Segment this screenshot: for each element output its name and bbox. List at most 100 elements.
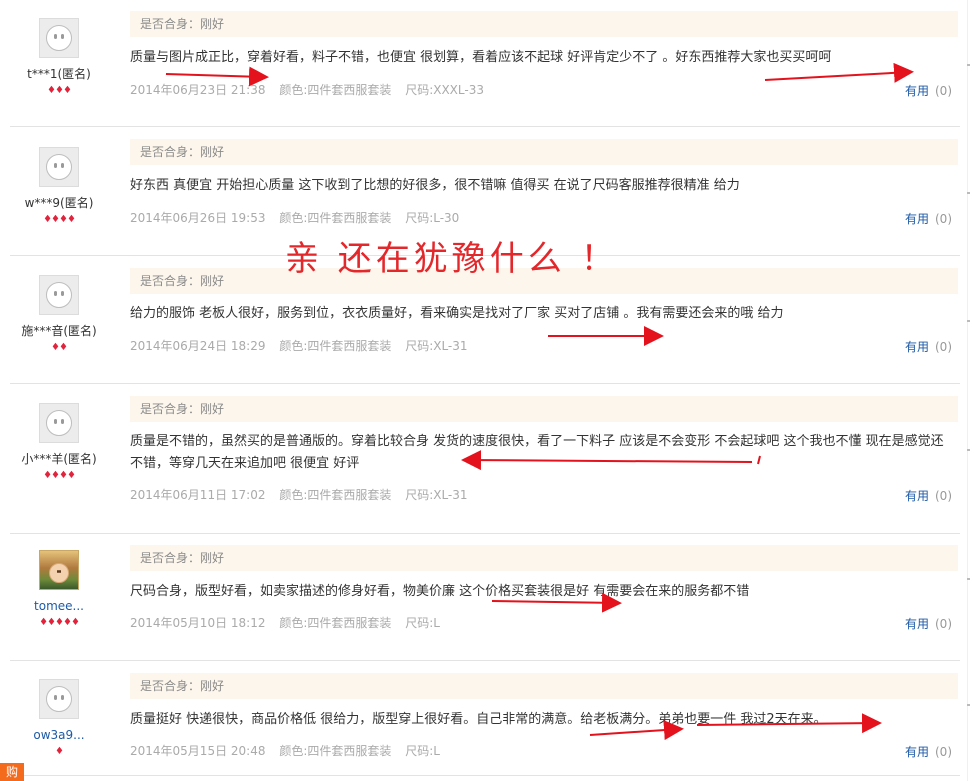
default-avatar-icon xyxy=(46,282,72,308)
useful-label[interactable]: 有用 xyxy=(905,489,929,503)
avatar[interactable] xyxy=(39,550,79,590)
reviewer-info: tomee... ♦♦♦♦♦ xyxy=(10,550,108,628)
scrollbar-track[interactable] xyxy=(967,0,968,781)
default-avatar-icon xyxy=(46,25,72,51)
reviewer-info: 施***音(匿名) ♦♦ xyxy=(10,275,108,353)
useful-button[interactable]: 有用 (0) xyxy=(905,210,952,227)
useful-button[interactable]: 有用 (0) xyxy=(905,338,952,355)
useful-count: (0) xyxy=(935,84,952,98)
review-color: 颜色:四件套西服套装 xyxy=(279,83,392,97)
review-content: 好东西 真便宜 开始担心质量 这下收到了比想的好很多，很不错嘛 值得买 在说了尺… xyxy=(130,178,740,193)
default-avatar-icon xyxy=(46,410,72,436)
review-size: 尺码:XL-31 xyxy=(405,488,468,502)
reviewer-info: t***1(匿名) ♦♦♦ xyxy=(10,18,108,96)
review-date: 2014年06月11日 17:02 xyxy=(130,488,266,502)
review-color: 颜色:四件套西服套装 xyxy=(279,744,392,758)
review-size: 尺码:L xyxy=(405,744,440,758)
review-date: 2014年06月26日 19:53 xyxy=(130,211,266,225)
reviewer-info: 小***羊(匿名) ♦♦♦♦ xyxy=(10,403,108,481)
review-size: 尺码:XXXL-33 xyxy=(405,83,484,97)
scroll-tick xyxy=(967,64,970,66)
review-content: 质量与图片成正比，穿着好看，料子不错，也便宜 很划算，看着应该不起球 好评肯定少… xyxy=(130,50,832,65)
gem-icon: ♦ xyxy=(55,746,64,757)
fit-info: 是否合身：刚好 xyxy=(130,139,958,165)
review-color: 颜色:四件套西服套装 xyxy=(279,616,392,630)
avatar[interactable] xyxy=(39,147,79,187)
reviewer-level-gems: ♦ xyxy=(10,744,108,757)
review-meta: 2014年06月26日 19:53 颜色:四件套西服套装 尺码:L-30 xyxy=(130,209,469,226)
fit-info: 是否合身：刚好 xyxy=(130,545,958,571)
fit-info: 是否合身：刚好 xyxy=(130,11,958,37)
useful-count: (0) xyxy=(935,489,952,503)
user-photo-icon xyxy=(49,563,69,583)
avatar[interactable] xyxy=(39,275,79,315)
scroll-tick xyxy=(967,578,970,580)
gem-icon: ♦♦♦♦♦ xyxy=(39,617,80,628)
useful-label[interactable]: 有用 xyxy=(905,84,929,98)
scroll-tick xyxy=(967,320,970,322)
reviewer-name[interactable]: tomee... xyxy=(10,599,108,613)
review-meta: 2014年06月23日 21:38 颜色:四件套西服套装 尺码:XXXL-33 xyxy=(130,81,494,98)
useful-label[interactable]: 有用 xyxy=(905,340,929,354)
scroll-tick xyxy=(967,449,970,451)
useful-button[interactable]: 有用 (0) xyxy=(905,82,952,99)
review-item: ow3a9... ♦ 是否合身：刚好 质量挺好 快递很快，商品价格低 很给力，版… xyxy=(10,661,960,776)
gem-icon: ♦♦♦♦ xyxy=(43,214,76,225)
review-item: tomee... ♦♦♦♦♦ 是否合身：刚好 尺码合身，版型好看，如卖家描述的修… xyxy=(10,534,960,661)
review-meta: 2014年06月11日 17:02 颜色:四件套西服套装 尺码:XL-31 xyxy=(130,486,478,503)
review-content: 给力的服饰 老板人很好，服务到位，衣衣质量好，看来确实是找对了厂家 买对了店铺 … xyxy=(130,306,784,321)
avatar[interactable] xyxy=(39,679,79,719)
reviewer-name: 施***音(匿名) xyxy=(21,324,97,338)
useful-count: (0) xyxy=(935,340,952,354)
review-size: 尺码:L-30 xyxy=(405,211,460,225)
useful-button[interactable]: 有用 (0) xyxy=(905,615,952,632)
reviewer-name: w***9(匿名) xyxy=(24,196,94,210)
buy-tab-button[interactable]: 购 xyxy=(0,763,24,781)
reviewer-level-gems: ♦♦♦♦ xyxy=(10,468,108,481)
useful-label[interactable]: 有用 xyxy=(905,617,929,631)
review-size: 尺码:L xyxy=(405,616,440,630)
reviewer-level-gems: ♦♦♦♦♦ xyxy=(10,615,108,628)
fit-info: 是否合身：刚好 xyxy=(130,396,958,422)
review-item: 小***羊(匿名) ♦♦♦♦ 是否合身：刚好 质量是不错的，虽然买的是普通版的。… xyxy=(10,384,960,534)
useful-count: (0) xyxy=(935,745,952,759)
useful-button[interactable]: 有用 (0) xyxy=(905,487,952,504)
reviewer-name: 小***羊(匿名) xyxy=(21,452,97,466)
useful-count: (0) xyxy=(935,212,952,226)
useful-label[interactable]: 有用 xyxy=(905,212,929,226)
useful-label[interactable]: 有用 xyxy=(905,745,929,759)
reviewer-level-gems: ♦♦♦♦ xyxy=(10,212,108,225)
promo-text: 亲 还在犹豫什么 ！ xyxy=(285,239,619,279)
review-meta: 2014年05月10日 18:12 颜色:四件套西服套装 尺码:L xyxy=(130,614,450,631)
review-date: 2014年06月23日 21:38 xyxy=(130,83,266,97)
reviewer-level-gems: ♦♦ xyxy=(10,340,108,353)
reviewer-name: t***1(匿名) xyxy=(27,67,91,81)
scroll-tick xyxy=(967,192,970,194)
avatar[interactable] xyxy=(39,18,79,58)
reviewer-level-gems: ♦♦♦ xyxy=(10,83,108,96)
review-content: 质量是不错的，虽然买的是普通版的。穿着比较合身 发货的速度很快，看了一下料子 应… xyxy=(130,434,944,471)
useful-count: (0) xyxy=(935,617,952,631)
review-item: t***1(匿名) ♦♦♦ 是否合身：刚好 质量与图片成正比，穿着好看，料子不错… xyxy=(10,0,960,127)
gem-icon: ♦♦ xyxy=(51,342,68,353)
gem-icon: ♦♦♦♦ xyxy=(43,470,76,481)
review-size: 尺码:XL-31 xyxy=(405,339,468,353)
review-date: 2014年06月24日 18:29 xyxy=(130,339,266,353)
review-color: 颜色:四件套西服套装 xyxy=(279,488,392,502)
avatar[interactable] xyxy=(39,403,79,443)
review-color: 颜色:四件套西服套装 xyxy=(279,339,392,353)
reviewer-name[interactable]: ow3a9... xyxy=(10,728,108,742)
review-color: 颜色:四件套西服套装 xyxy=(279,211,392,225)
default-avatar-icon xyxy=(46,686,72,712)
gem-icon: ♦♦♦ xyxy=(47,85,72,96)
default-avatar-icon xyxy=(46,154,72,180)
review-date: 2014年05月15日 20:48 xyxy=(130,744,266,758)
review-meta: 2014年06月24日 18:29 颜色:四件套西服套装 尺码:XL-31 xyxy=(130,337,478,354)
useful-button[interactable]: 有用 (0) xyxy=(905,743,952,760)
review-content: 质量挺好 快递很快，商品价格低 很给力，版型穿上很好看。自己非常的满意。给老板满… xyxy=(130,712,827,727)
review-meta: 2014年05月15日 20:48 颜色:四件套西服套装 尺码:L xyxy=(130,742,450,759)
review-content: 尺码合身，版型好看，如卖家描述的修身好看，物美价廉 这个价格买套装很是好 有需要… xyxy=(130,584,750,599)
reviewer-info: w***9(匿名) ♦♦♦♦ xyxy=(10,147,108,225)
review-date: 2014年05月10日 18:12 xyxy=(130,616,266,630)
scroll-tick xyxy=(967,704,970,706)
